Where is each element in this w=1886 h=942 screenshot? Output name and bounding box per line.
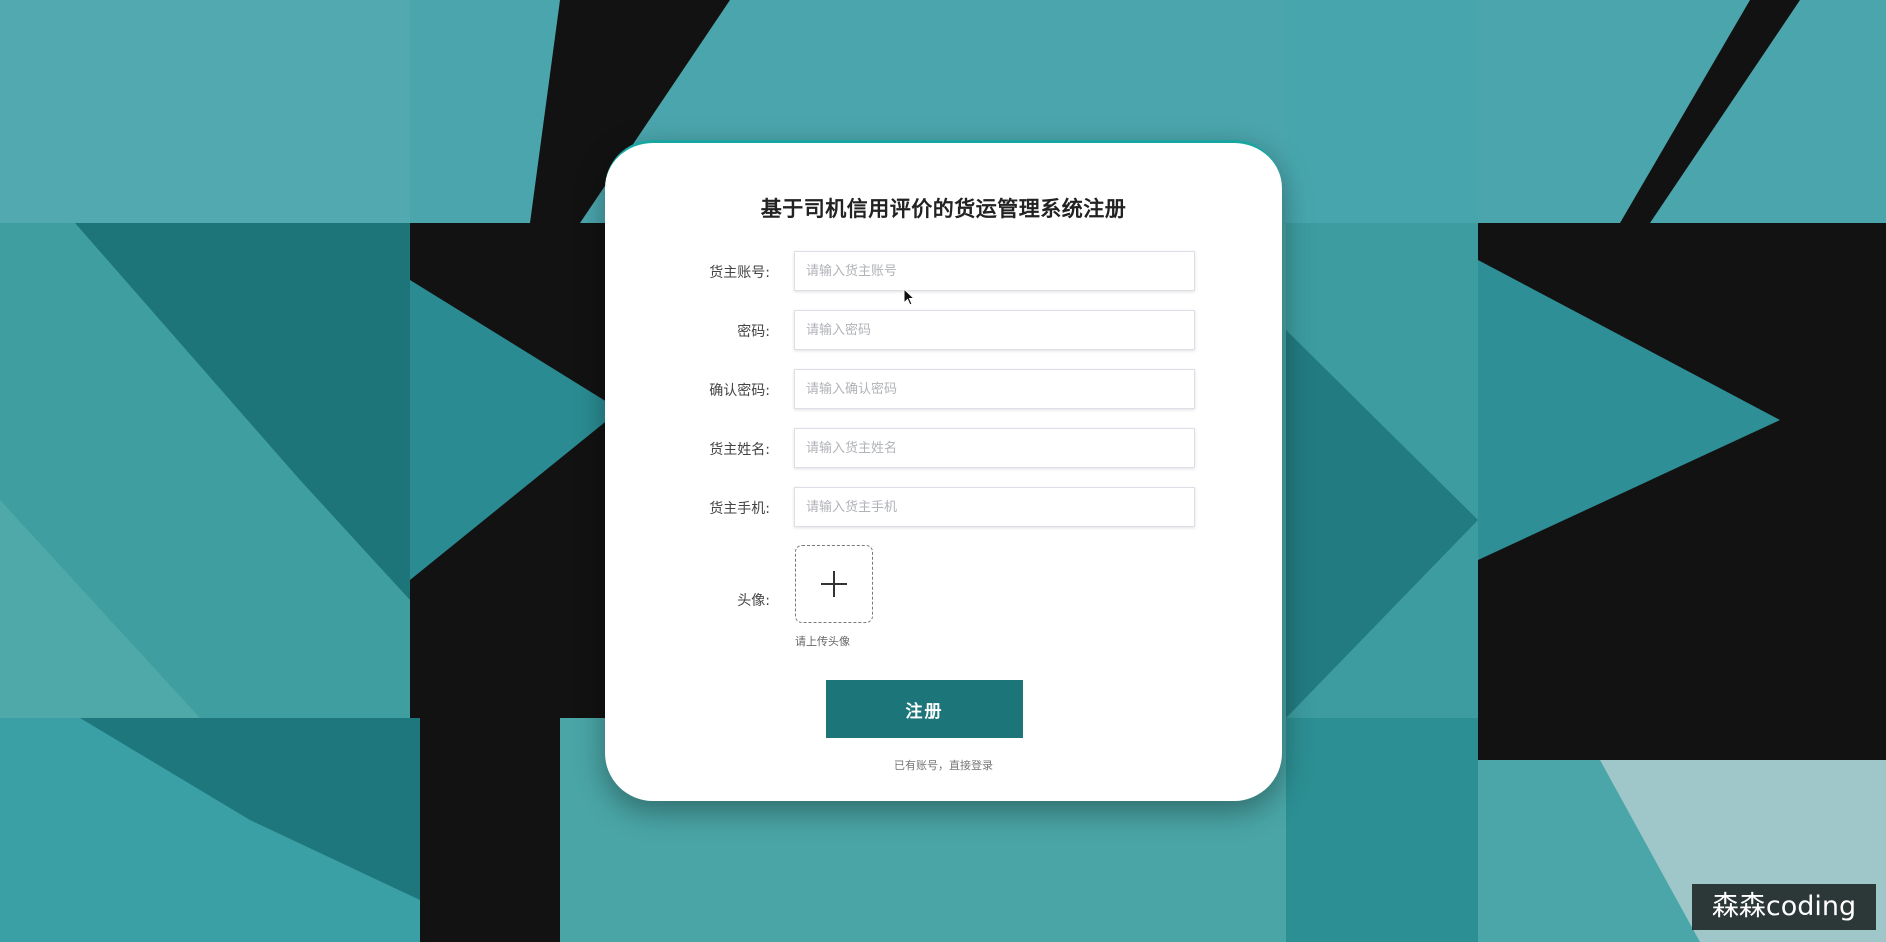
register-button[interactable]: 注册 xyxy=(826,680,1023,738)
register-card: 基于司机信用评价的货运管理系统注册 货主账号: 密码: 确认密码: 货主姓名: … xyxy=(605,140,1282,801)
login-link[interactable]: 已有账号，直接登录 xyxy=(605,757,1282,773)
confirm-password-label: 确认密码: xyxy=(709,383,770,399)
name-label: 货主姓名: xyxy=(709,442,770,458)
watermark: 森森coding xyxy=(1692,884,1876,930)
phone-row: 货主手机: xyxy=(605,487,1282,529)
confirm-password-row: 确认密码: xyxy=(605,369,1282,411)
name-input[interactable] xyxy=(794,428,1195,468)
password-input[interactable] xyxy=(794,310,1195,350)
plus-icon xyxy=(821,571,847,597)
mouse-cursor-icon xyxy=(903,288,916,306)
phone-input[interactable] xyxy=(794,487,1195,527)
phone-label: 货主手机: xyxy=(709,501,770,517)
confirm-password-input[interactable] xyxy=(794,369,1195,409)
upload-hint: 请上传头像 xyxy=(795,635,850,648)
password-label: 密码: xyxy=(737,324,770,340)
password-row: 密码: xyxy=(605,310,1282,352)
page-background: 基于司机信用评价的货运管理系统注册 货主账号: 密码: 确认密码: 货主姓名: … xyxy=(0,0,1886,942)
account-row: 货主账号: xyxy=(605,251,1282,293)
avatar-uploader[interactable] xyxy=(795,545,873,623)
account-input[interactable] xyxy=(794,251,1195,291)
avatar-label: 头像: xyxy=(737,593,770,609)
account-label: 货主账号: xyxy=(709,265,770,281)
name-row: 货主姓名: xyxy=(605,428,1282,470)
form-title: 基于司机信用评价的货运管理系统注册 xyxy=(760,197,1127,221)
